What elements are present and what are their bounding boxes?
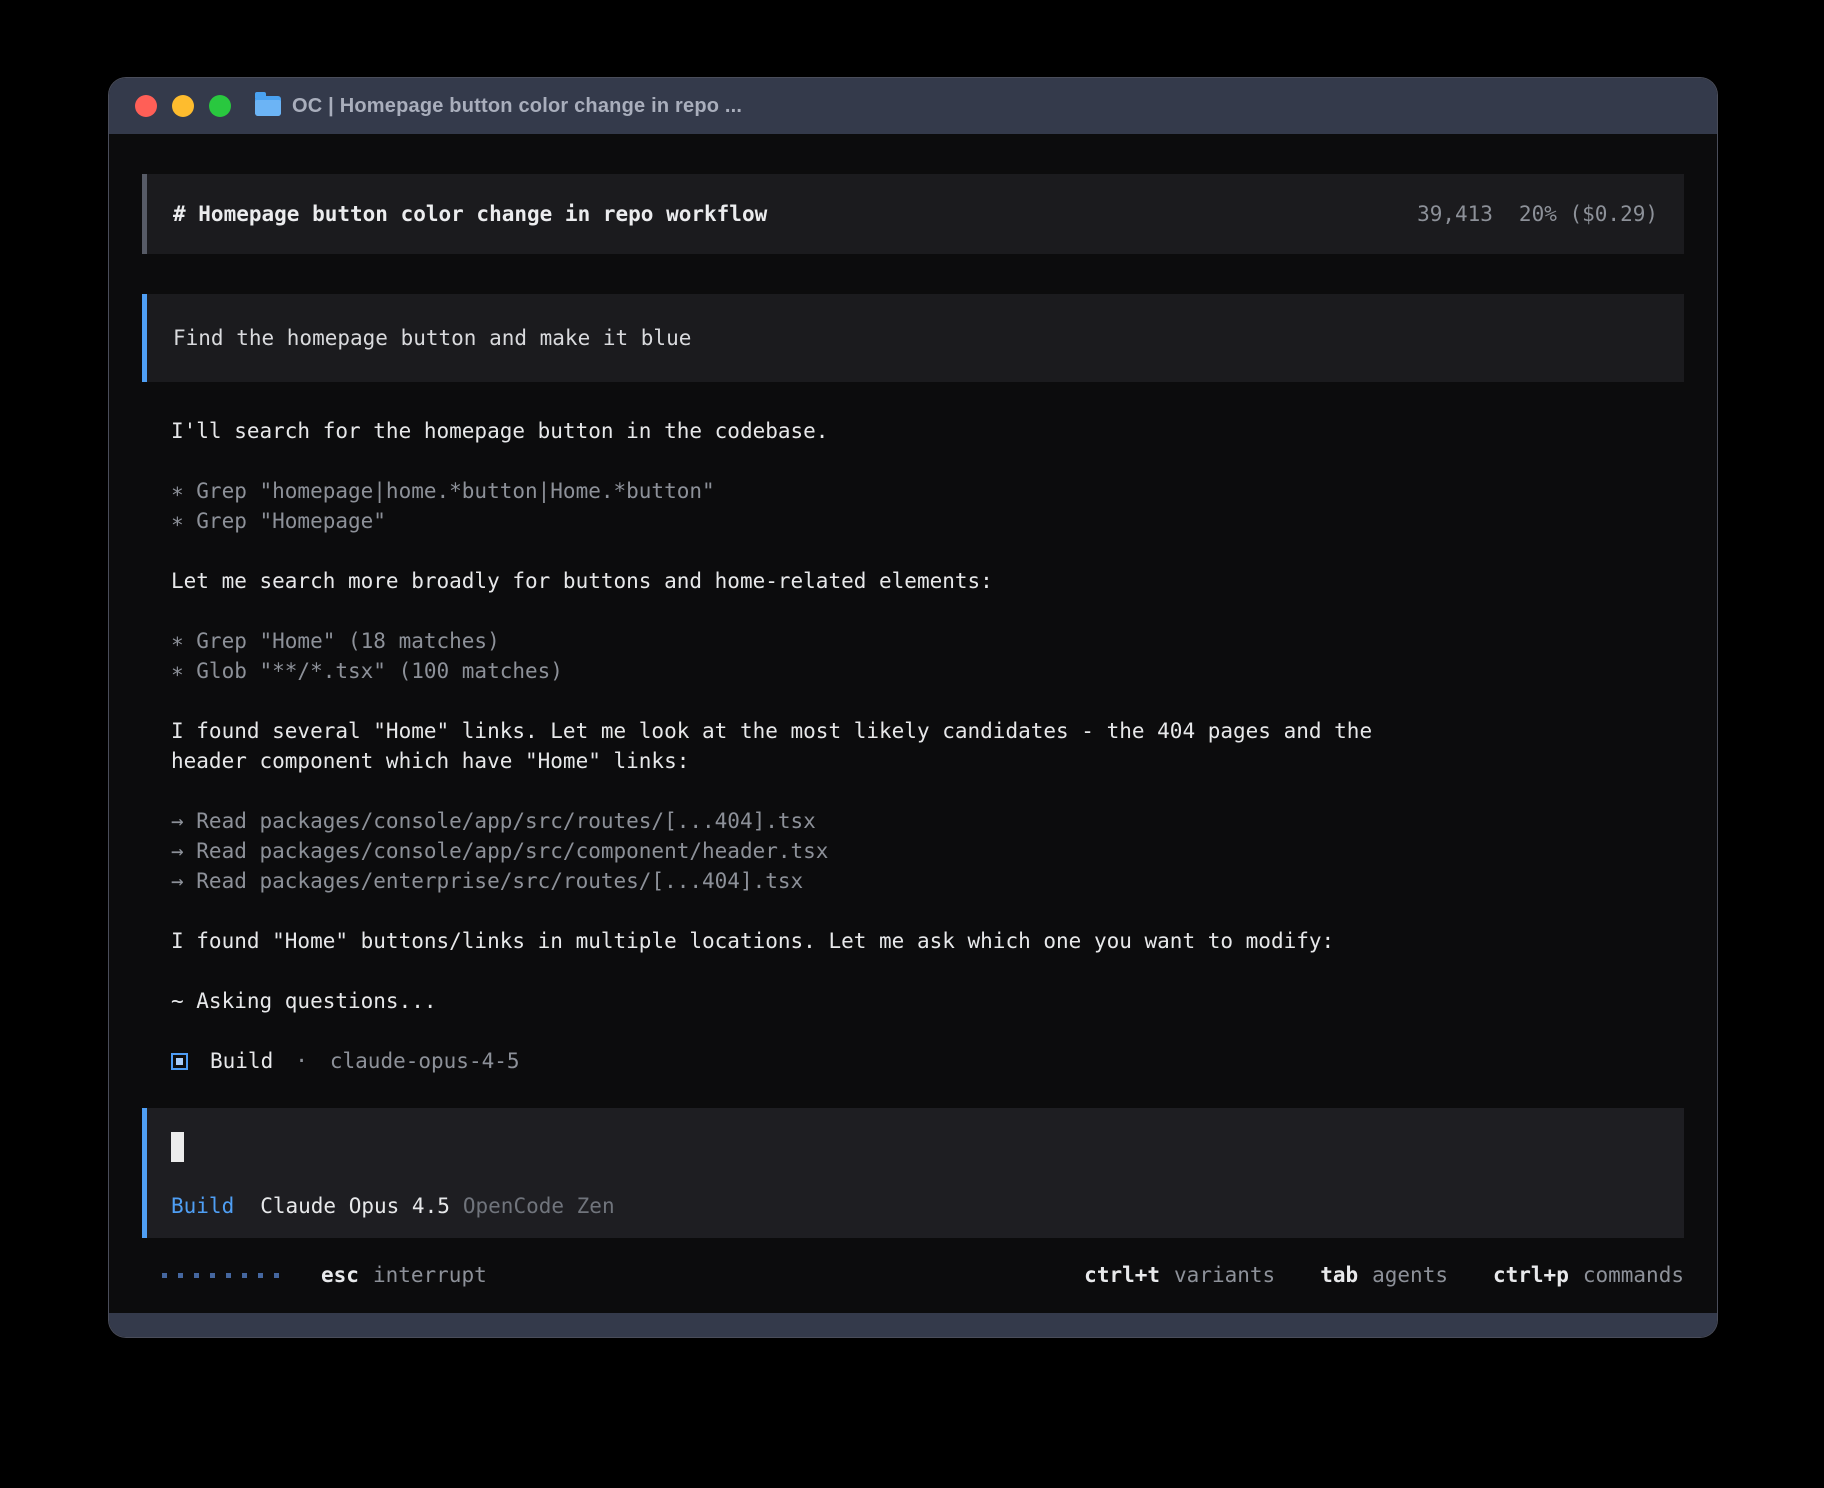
token-count: 39,413 (1417, 202, 1493, 226)
status-bar: esc interrupt ctrl+t variants tab agents… (142, 1263, 1684, 1287)
window-controls (135, 95, 231, 117)
assistant-text: I found "Home" buttons/links in multiple… (171, 926, 1442, 956)
tool-call-read: → Read packages/console/app/src/routes/[… (171, 806, 1442, 836)
zoom-button[interactable] (209, 95, 231, 117)
tool-call-glob: ∗ Glob "**/*.tsx" (100 matches) (171, 656, 1442, 686)
tool-call-grep: ∗ Grep "Home" (18 matches) (171, 626, 1442, 656)
assistant-working-text: ~ Asking questions... (171, 986, 1442, 1016)
session-title: # Homepage button color change in repo w… (173, 202, 767, 226)
assistant-text: I'll search for the homepage button in t… (171, 416, 1442, 446)
active-agent-label[interactable]: Build (171, 1194, 234, 1218)
agent-build-icon (171, 1053, 188, 1070)
user-message-text: Find the homepage button and make it blu… (173, 326, 691, 350)
tool-call-grep: ∗ Grep "homepage|home.*button|Home.*butt… (171, 476, 1442, 506)
provider-label: OpenCode Zen (463, 1194, 615, 1218)
session-stats: 39,413 20% ($0.29) (1417, 202, 1658, 226)
hint-key: esc (321, 1263, 359, 1287)
minimize-button[interactable] (172, 95, 194, 117)
tool-call-grep: ∗ Grep "Homepage" (171, 506, 1442, 536)
keyboard-hints: ctrl+t variants tab agents ctrl+p comman… (1084, 1263, 1684, 1287)
separator-dot: · (295, 1046, 308, 1076)
user-message: Find the homepage button and make it blu… (142, 294, 1684, 382)
hint-interrupt: esc interrupt (321, 1263, 487, 1287)
active-model-label[interactable]: Claude Opus 4.5 (260, 1194, 450, 1218)
assistant-text: Let me search more broadly for buttons a… (171, 566, 1442, 596)
text-cursor (171, 1132, 184, 1162)
hint-label: agents (1372, 1263, 1448, 1287)
progress-dots (162, 1273, 279, 1278)
prompt-input[interactable]: Build Claude Opus 4.5 OpenCode Zen (142, 1108, 1684, 1238)
hint-key: tab (1320, 1263, 1358, 1287)
terminal-content: # Homepage button color change in repo w… (109, 134, 1717, 1313)
window-title: OC | Homepage button color change in rep… (292, 95, 742, 118)
hint-variants: ctrl+t variants (1084, 1263, 1275, 1287)
titlebar[interactable]: OC | Homepage button color change in rep… (109, 78, 1717, 134)
context-usage: 20% ($0.29) (1519, 202, 1658, 226)
tool-call-read: → Read packages/console/app/src/componen… (171, 836, 1442, 866)
hint-key: ctrl+p (1493, 1263, 1569, 1287)
close-button[interactable] (135, 95, 157, 117)
folder-icon (255, 96, 281, 116)
hint-label: commands (1583, 1263, 1684, 1287)
model-row: Build Claude Opus 4.5 OpenCode Zen (171, 1194, 1656, 1218)
hint-label: interrupt (373, 1263, 487, 1287)
window-bottom-strip (109, 1313, 1717, 1337)
assistant-transcript: I'll search for the homepage button in t… (142, 416, 1442, 1076)
agent-status-row: Build · claude-opus-4-5 (171, 1046, 1442, 1076)
tool-call-read: → Read packages/enterprise/src/routes/[.… (171, 866, 1442, 896)
hint-commands: ctrl+p commands (1493, 1263, 1684, 1287)
terminal-window: OC | Homepage button color change in rep… (108, 77, 1718, 1338)
session-header: # Homepage button color change in repo w… (142, 174, 1684, 254)
agent-model: claude-opus-4-5 (330, 1046, 520, 1076)
hint-agents: tab agents (1320, 1263, 1448, 1287)
hint-label: variants (1174, 1263, 1275, 1287)
hint-key: ctrl+t (1084, 1263, 1160, 1287)
agent-name: Build (210, 1046, 273, 1076)
assistant-text: I found several "Home" links. Let me loo… (171, 716, 1442, 776)
